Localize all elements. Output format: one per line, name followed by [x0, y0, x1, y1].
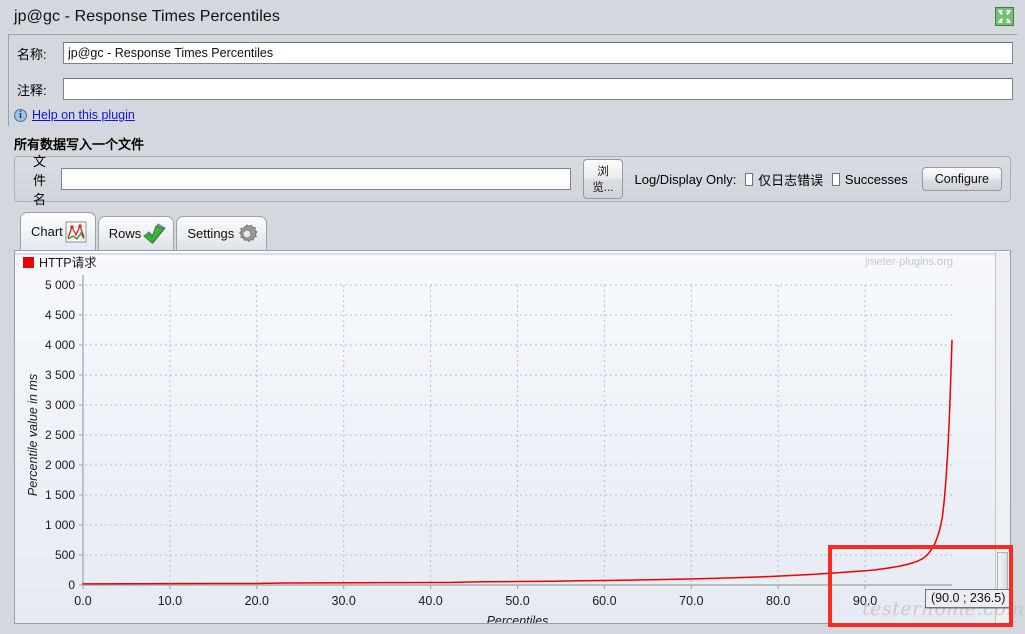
gear-icon	[236, 223, 258, 245]
file-output-group: 文件名 浏览... Log/Display Only: 仅日志错误 Succes…	[14, 156, 1011, 202]
name-row: 名称:	[17, 41, 1013, 65]
svg-text:1 000: 1 000	[45, 518, 75, 532]
svg-text:1 500: 1 500	[45, 488, 75, 502]
tab-settings-label: Settings	[187, 226, 234, 241]
svg-text:2 000: 2 000	[45, 458, 75, 472]
comment-input[interactable]	[63, 78, 1013, 100]
svg-text:4 000: 4 000	[45, 338, 75, 352]
svg-text:jmeter-plugins.org: jmeter-plugins.org	[864, 256, 953, 268]
svg-text:90.0: 90.0	[853, 594, 877, 608]
name-label: 名称:	[17, 44, 63, 63]
window-titlebar: jp@gc - Response Times Percentiles	[0, 0, 1025, 34]
log-display-only-label: Log/Display Only:	[635, 172, 737, 187]
tab-rows[interactable]: Rows	[98, 216, 175, 250]
svg-text:10.0: 10.0	[158, 594, 182, 608]
svg-text:30.0: 30.0	[332, 594, 356, 608]
svg-text:5 000: 5 000	[45, 278, 75, 292]
tab-rows-label: Rows	[109, 226, 142, 241]
chart-panel: jmeter-plugins.org HTTP请求 0 500 1 000 1 500 2 …	[14, 250, 1011, 624]
configure-button[interactable]: Configure	[922, 167, 1002, 191]
name-input[interactable]	[63, 42, 1013, 64]
jmeter-percentiles-window: jp@gc - Response Times Percentiles 名称: 注…	[0, 0, 1025, 634]
errors-only-checkbox[interactable]	[745, 173, 753, 186]
svg-text:Percentiles: Percentiles	[487, 614, 549, 623]
svg-text:500: 500	[55, 548, 75, 562]
svg-text:80.0: 80.0	[766, 594, 790, 608]
comment-label: 注释:	[17, 80, 63, 99]
svg-text:3 500: 3 500	[45, 368, 75, 382]
successes-checkbox[interactable]	[832, 173, 840, 186]
svg-text:20.0: 20.0	[245, 594, 269, 608]
chart-vertical-scrollbar[interactable]	[995, 252, 1009, 624]
svg-text:40.0: 40.0	[418, 594, 442, 608]
chart-tooltip: (90.0 ; 236.5)	[925, 589, 1011, 608]
response-times-percentiles-chart[interactable]: jmeter-plugins.org HTTP请求 0 500 1 000 1 500 2 …	[15, 251, 1010, 623]
help-on-this-plugin-link[interactable]: Help on this plugin	[32, 108, 135, 122]
tab-chart[interactable]: Chart	[20, 212, 96, 250]
svg-text:50.0: 50.0	[505, 594, 529, 608]
help-row: i Help on this plugin	[14, 108, 135, 122]
successes-label: Successes	[845, 172, 908, 187]
tab-bar: Chart Rows	[20, 212, 267, 250]
svg-text:60.0: 60.0	[592, 594, 616, 608]
tab-chart-label: Chart	[31, 224, 63, 239]
svg-text:4 500: 4 500	[45, 308, 75, 322]
svg-text:HTTP请求: HTTP请求	[39, 256, 97, 270]
svg-text:3 000: 3 000	[45, 398, 75, 412]
svg-text:2 500: 2 500	[45, 428, 75, 442]
line-chart-icon	[65, 221, 87, 243]
svg-text:Percentile value in ms: Percentile value in ms	[26, 374, 40, 496]
errors-only-label: 仅日志错误	[758, 170, 823, 189]
svg-text:0.0: 0.0	[74, 594, 91, 608]
green-check-icon	[143, 223, 165, 245]
window-title: jp@gc - Response Times Percentiles	[14, 8, 280, 26]
tab-settings[interactable]: Settings	[176, 216, 267, 250]
element-form-panel: 名称: 注释:	[8, 34, 1017, 126]
filename-input[interactable]	[61, 168, 571, 190]
filename-label: 文件名	[33, 151, 53, 208]
maximize-icon[interactable]	[995, 7, 1014, 26]
browse-button[interactable]: 浏览...	[583, 159, 622, 199]
info-icon: i	[14, 109, 27, 122]
svg-text:70.0: 70.0	[679, 594, 703, 608]
comment-row: 注释:	[17, 77, 1013, 101]
svg-text:0: 0	[68, 578, 75, 592]
